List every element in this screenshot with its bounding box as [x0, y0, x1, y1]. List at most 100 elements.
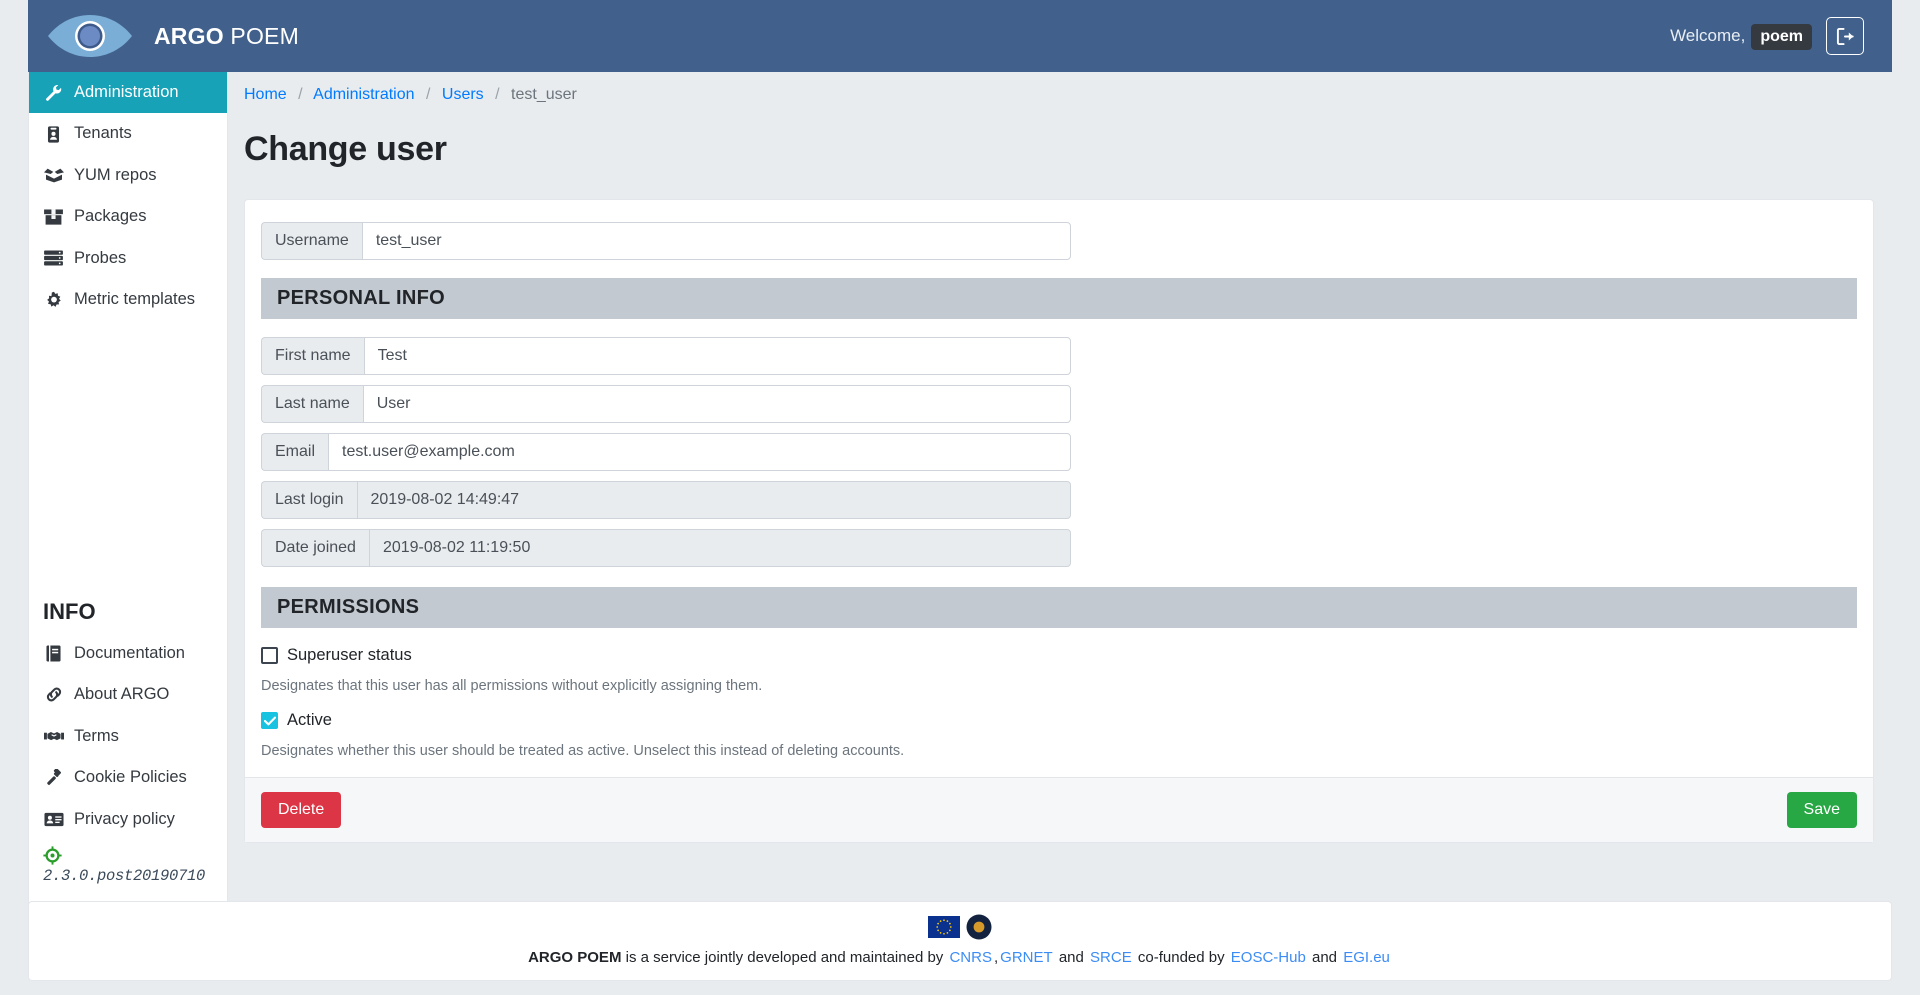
sidebar-item-label: About ARGO	[74, 684, 169, 705]
field-label: Last name	[261, 385, 363, 423]
breadcrumb-home[interactable]: Home	[244, 86, 287, 103]
sidebar-item-documentation[interactable]: Documentation	[29, 633, 227, 674]
sidebar-item-yum-repos[interactable]: YUM repos	[29, 155, 227, 196]
footer-text-2: co-funded by	[1134, 949, 1229, 966]
handshake-icon	[43, 729, 64, 743]
sidebar-item-label: Administration	[74, 82, 179, 103]
last-login-value: 2019-08-02 14:49:47	[357, 481, 1072, 519]
sidebar-item-label: Documentation	[74, 643, 185, 664]
save-button[interactable]: Save	[1787, 792, 1857, 828]
superuser-checkbox[interactable]	[261, 647, 278, 664]
sidebar-item-label: Terms	[74, 726, 119, 747]
footer-link-eosc-hub[interactable]: EOSC-Hub	[1229, 949, 1308, 966]
sidebar-item-privacy-policy[interactable]: Privacy policy	[29, 799, 227, 840]
address-card-icon	[43, 812, 64, 827]
wrench-icon	[43, 84, 64, 101]
footer-text-and-2: and	[1308, 949, 1341, 966]
brand[interactable]: ARGO POEM	[44, 10, 299, 62]
sidebar-item-label: YUM repos	[74, 165, 157, 186]
crosshairs-icon	[43, 846, 62, 865]
top-navbar: ARGO POEM Welcome,poem	[28, 0, 1892, 72]
form-action-bar: Delete Save	[245, 777, 1873, 842]
argo-eye-logo-icon	[44, 10, 136, 62]
footer-logos	[29, 914, 1891, 940]
sidebar-nav-list: Administration Tenants YUM repos Package…	[29, 72, 227, 321]
breadcrumb-users[interactable]: Users	[442, 86, 484, 103]
active-checkbox[interactable]	[261, 712, 278, 729]
first-name-input[interactable]: Test	[364, 337, 1071, 375]
email-input[interactable]: test.user@example.com	[328, 433, 1071, 471]
section-header-permissions: PERMISSIONS	[261, 587, 1857, 628]
footer-link-grnet[interactable]: GRNET	[998, 949, 1055, 966]
server-icon	[43, 250, 64, 266]
box-icon	[43, 209, 64, 225]
footer-text-and: and	[1055, 949, 1088, 966]
app-version: 2.3.0.post20190710	[29, 867, 227, 889]
breadcrumb-separator: /	[419, 86, 437, 103]
date-joined-value: 2019-08-02 11:19:50	[369, 529, 1071, 567]
welcome-label: Welcome,	[1670, 26, 1745, 45]
eosc-hub-logo-icon	[966, 914, 992, 940]
id-badge-icon	[43, 126, 64, 143]
sidebar-item-terms[interactable]: Terms	[29, 716, 227, 757]
breadcrumb-administration[interactable]: Administration	[313, 86, 414, 103]
sidebar-item-label: Metric templates	[74, 289, 195, 310]
field-label: First name	[261, 337, 364, 375]
field-label: Username	[261, 222, 362, 260]
page-shell: Administration Tenants YUM repos Package…	[28, 72, 1892, 995]
sidebar: Administration Tenants YUM repos Package…	[28, 72, 228, 910]
footer-link-srce[interactable]: SRCE	[1088, 949, 1134, 966]
checkbox-row-superuser[interactable]: Superuser status	[261, 646, 1857, 665]
breadcrumb: Home / Administration / Users / test_use…	[244, 72, 1892, 114]
logout-button[interactable]	[1826, 17, 1864, 55]
breadcrumb-separator: /	[291, 86, 309, 103]
change-user-card: Username test_user PERSONAL INFO First n…	[244, 199, 1874, 843]
footer-link-egi[interactable]: EGI.eu	[1341, 949, 1392, 966]
field-email[interactable]: Email test.user@example.com	[261, 433, 1071, 471]
last-name-input[interactable]: User	[363, 385, 1071, 423]
field-label: Date joined	[261, 529, 369, 567]
sidebar-item-tenants[interactable]: Tenants	[29, 113, 227, 154]
sidebar-item-label: Packages	[74, 206, 146, 227]
field-first-name[interactable]: First name Test	[261, 337, 1071, 375]
breadcrumb-current: test_user	[511, 86, 577, 103]
sidebar-item-label: Privacy policy	[74, 809, 175, 830]
field-last-name[interactable]: Last name User	[261, 385, 1071, 423]
link-icon	[43, 686, 64, 703]
sidebar-item-packages[interactable]: Packages	[29, 196, 227, 237]
breadcrumb-separator: /	[488, 86, 506, 103]
username-input[interactable]: test_user	[362, 222, 1071, 260]
field-label: Last login	[261, 481, 357, 519]
field-label: Email	[261, 433, 328, 471]
field-date-joined: Date joined 2019-08-02 11:19:50	[261, 529, 1071, 567]
sidebar-item-probes[interactable]: Probes	[29, 238, 227, 279]
sidebar-item-metric-templates[interactable]: Metric templates	[29, 279, 227, 320]
sidebar-info-block: INFO Documentation About ARGO	[29, 599, 227, 899]
footer-text: ARGO POEM is a service jointly developed…	[29, 949, 1891, 966]
brand-light: POEM	[224, 23, 299, 49]
page-title: Change user	[244, 130, 1892, 169]
checkbox-row-active[interactable]: Active	[261, 711, 1857, 730]
gear-icon	[43, 291, 64, 309]
sidebar-item-label: Cookie Policies	[74, 767, 187, 788]
sidebar-item-cookie-policies[interactable]: Cookie Policies	[29, 757, 227, 798]
sidebar-item-about-argo[interactable]: About ARGO	[29, 674, 227, 715]
section-header-personal-info: PERSONAL INFO	[261, 278, 1857, 319]
box-open-icon	[43, 168, 64, 183]
version-icon-row	[29, 840, 227, 867]
welcome-text: Welcome,poem	[1670, 26, 1812, 46]
field-last-login: Last login 2019-08-02 14:49:47	[261, 481, 1071, 519]
sidebar-item-administration[interactable]: Administration	[29, 72, 227, 113]
field-username[interactable]: Username test_user	[261, 222, 1071, 260]
site-footer: ARGO POEM is a service jointly developed…	[28, 901, 1892, 981]
main-content: Home / Administration / Users / test_use…	[228, 72, 1892, 995]
gavel-icon	[43, 769, 64, 787]
sidebar-item-label: Tenants	[74, 123, 132, 144]
active-help-text: Designates whether this user should be t…	[261, 743, 1857, 759]
footer-link-cnrs[interactable]: CNRS	[947, 949, 994, 966]
delete-button[interactable]: Delete	[261, 792, 341, 828]
eu-flag-icon	[928, 916, 960, 938]
book-icon	[43, 645, 64, 662]
sidebar-info-list: Documentation About ARGO Terms	[29, 633, 227, 840]
superuser-help-text: Designates that this user has all permis…	[261, 678, 1857, 694]
